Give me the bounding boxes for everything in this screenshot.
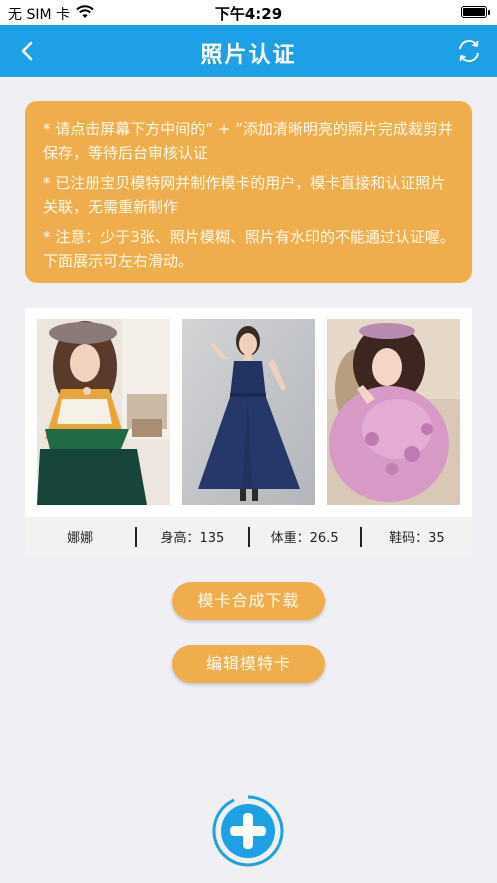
notice-line-3: * 注意：少于3张、照片模糊、照片有水印的不能通过认证喔。下面展示可左右滑动。 [43,228,455,270]
add-photo-button[interactable] [212,795,284,867]
page-title: 照片认证 [200,43,297,68]
model-weight: 体重：26.5 [270,531,339,546]
model-height: 身高：135 [160,531,225,546]
notice-line-1: * 请点击屏幕下方中间的“ + ”添加清晰明亮的照片完成裁剪并保存，等待后台审核… [43,120,453,162]
plus-circle-icon [212,795,284,867]
model-card[interactable]: 娜娜 身高：135 体重：26.5 鞋码：35 [25,308,472,556]
photo-carousel[interactable] [37,319,460,505]
nav-bar: 照片认证 [0,25,497,77]
notice-box: * 请点击屏幕下方中间的“ + ”添加清晰明亮的照片完成裁剪并保存，等待后台审核… [25,101,472,283]
model-photo-3[interactable] [327,319,460,505]
refresh-button[interactable] [455,37,483,65]
model-photo-2[interactable] [182,319,315,505]
model-name: 娜娜 [67,531,94,546]
battery-icon [461,6,490,18]
model-shoe-size: 鞋码：35 [389,531,445,546]
edit-card-button[interactable]: 编辑模特卡 [172,645,325,683]
model-info-row: 娜娜 身高：135 体重：26.5 鞋码：35 [25,517,472,556]
notice-line-2: * 已注册宝贝模特网并制作模卡的用户，模卡直接和认证照片关联，无需重新制作 [43,174,446,216]
download-card-button[interactable]: 模卡合成下载 [172,582,325,620]
status-bar: 无 SIM 卡 下午4:29 [0,0,497,25]
model-photo-1[interactable] [37,319,170,505]
status-time: 下午4:29 [214,5,283,23]
refresh-icon [459,40,479,62]
